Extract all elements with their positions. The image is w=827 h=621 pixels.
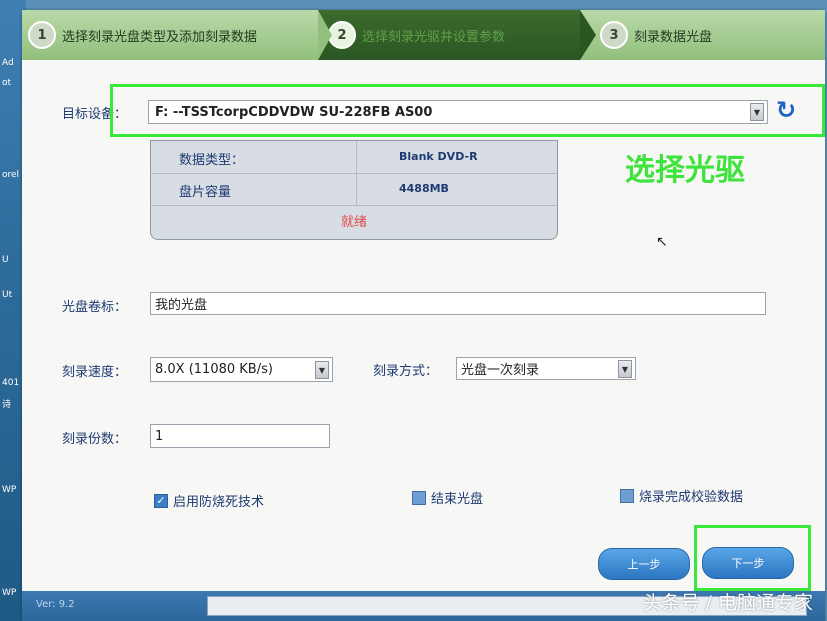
desktop-icon-label[interactable]: Ad (2, 58, 24, 68)
option-finalize-disc[interactable]: 结束光盘 (412, 488, 483, 507)
info-value: Blank DVD-R (399, 150, 478, 163)
option-label: 结束光盘 (431, 492, 484, 507)
mode-select[interactable]: 光盘一次刻录 ▼ (456, 357, 636, 380)
desktop-icon-label[interactable]: ot (2, 78, 24, 88)
desktop-icon-label[interactable]: U (2, 255, 24, 265)
step-label: 选择刻录光驱并设置参数 (362, 29, 506, 45)
speed-value: 8.0X (11080 KB/s) (155, 362, 273, 377)
dropdown-arrow-icon[interactable]: ▼ (315, 361, 329, 379)
step-number: 2 (328, 21, 356, 49)
desktop-icon-label[interactable]: WP (2, 485, 24, 495)
info-key: 数据类型： (179, 153, 245, 168)
burn-wizard-window: 1 选择刻录光盘类型及添加刻录数据 2 选择刻录光驱并设置参数 3 刻录数据光盘… (22, 10, 825, 621)
step-1[interactable]: 1 选择刻录光盘类型及添加刻录数据 (28, 10, 318, 60)
option-anti-burnout[interactable]: ✓ 启用防烧死技术 (154, 491, 264, 510)
wizard-steps: 1 选择刻录光盘类型及添加刻录数据 2 选择刻录光驱并设置参数 3 刻录数据光盘 (22, 10, 825, 61)
step-arrow (580, 10, 596, 60)
dropdown-arrow-icon[interactable]: ▼ (618, 360, 632, 378)
step-2[interactable]: 2 选择刻录光驱并设置参数 (318, 10, 580, 60)
desktop-icon-label[interactable]: 诗 (2, 400, 24, 410)
desktop-icon-label[interactable]: 401 (2, 378, 24, 388)
version-text: Ver: 9.2 (36, 599, 75, 610)
checkbox-unchecked-icon[interactable] (412, 490, 426, 505)
option-label: 烧录完成校验数据 (639, 490, 744, 505)
step-3[interactable]: 3 刻录数据光盘 (600, 10, 820, 60)
disc-info-table: 数据类型： Blank DVD-R 盘片容量 4488MB 就绪 (150, 140, 558, 240)
step-arrow (318, 10, 332, 60)
option-label: 启用防烧死技术 (173, 495, 265, 510)
copies-value: 1 (155, 428, 164, 444)
highlight-box-device (110, 84, 825, 137)
volume-label: 光盘卷标： (62, 300, 128, 315)
desktop-icon-label[interactable]: Ut (2, 290, 24, 300)
option-verify-data[interactable]: 烧录完成校验数据 (620, 486, 743, 505)
step-label: 刻录数据光盘 (634, 29, 713, 45)
volume-input[interactable]: 我的光盘 (150, 292, 766, 315)
step-label: 选择刻录光盘类型及添加刻录数据 (62, 29, 258, 45)
prev-button[interactable]: 上一步 (598, 548, 690, 580)
checkbox-unchecked-icon[interactable] (620, 488, 634, 503)
step-number: 3 (600, 21, 628, 49)
copies-label: 刻录份数： (62, 432, 128, 447)
speed-label: 刻录速度： (62, 365, 128, 380)
mode-label: 刻录方式： (373, 364, 439, 379)
volume-value: 我的光盘 (155, 298, 208, 313)
mouse-cursor-icon: ↖ (656, 234, 668, 250)
checkbox-checked-icon[interactable]: ✓ (154, 493, 168, 508)
desktop-icon-label[interactable]: WP (2, 588, 24, 598)
status-text: 就绪 (340, 215, 367, 230)
highlight-box-next (694, 525, 811, 591)
step-number: 1 (28, 21, 56, 49)
mode-value: 光盘一次刻录 (461, 363, 540, 378)
table-row: 数据类型： Blank DVD-R (151, 141, 557, 174)
watermark-text: 头条号 / 电脑通专家 (642, 592, 813, 614)
table-row: 盘片容量 4488MB (151, 173, 557, 206)
annotation-select-drive: 选择光驱 (625, 153, 745, 188)
info-value: 4488MB (399, 182, 449, 195)
settings-panel: 目标设备： F: --TSSTcorpCDDVDW SU-228FB AS00 … (22, 60, 825, 591)
copies-input[interactable]: 1 (150, 424, 330, 448)
desktop-icon-label[interactable]: orel (2, 170, 24, 180)
speed-select[interactable]: 8.0X (11080 KB/s) ▼ (150, 357, 333, 382)
info-key: 盘片容量 (179, 185, 232, 200)
